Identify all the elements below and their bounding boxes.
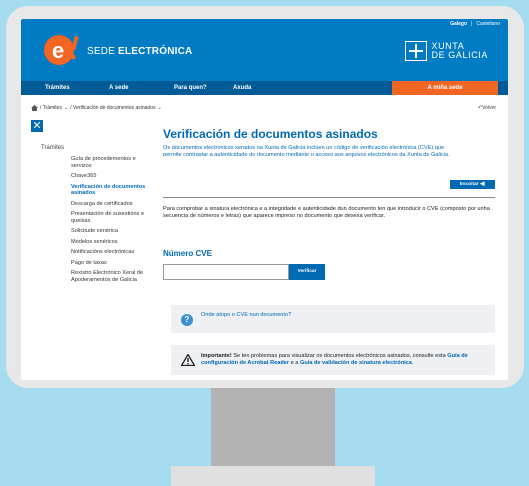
signature-guide-link[interactable]: Guía de validación de sinatura electróni… — [300, 360, 412, 366]
mina-sede-button[interactable]: A miña sede — [392, 81, 498, 95]
speaker-icon: ◀︎) — [479, 182, 486, 187]
listen-button[interactable]: Escoitar ◀︎) — [450, 180, 495, 189]
warning-box: Importante! Se ten problemas para visual… — [171, 345, 495, 375]
home-icon[interactable] — [31, 105, 38, 111]
warning-text-2: e a — [289, 360, 300, 366]
intro-text: Os documentos electrónicos xerados na Xu… — [163, 145, 450, 158]
back-link[interactable]: ↶Volver — [478, 105, 496, 111]
chevron-down-icon[interactable]: ⌄ — [64, 105, 68, 111]
sidebar-item-chave365[interactable]: Chave365 — [71, 173, 149, 180]
warning-bold: Importante! — [201, 353, 232, 359]
svg-text:e: e — [52, 38, 64, 63]
nav-a-sede[interactable]: A sede — [109, 85, 128, 91]
monitor-base — [171, 466, 375, 486]
chevron-down-icon[interactable]: ⌄ — [158, 105, 162, 111]
breadcrumb-tramites[interactable]: / Trámites — [40, 105, 62, 111]
brand-main: ELECTRÓNICA — [118, 46, 193, 57]
xunta-flag-icon — [405, 41, 428, 61]
warning-icon — [181, 354, 195, 366]
listen-label: Escoitar — [459, 182, 479, 187]
sidebar-item-apoderamentos[interactable]: Rexistro Electrónico Xeral de Apoderamen… — [71, 270, 149, 283]
cve-label: Número CVE — [163, 249, 212, 258]
sidebar-item-guia[interactable]: Guía de procedementos e servizos — [71, 156, 149, 169]
xunta-line2: DE GALICIA — [431, 50, 488, 60]
nav-para-quen[interactable]: Para quen? — [174, 85, 207, 91]
question-icon: ? — [181, 314, 193, 326]
brand-title: SEDE ELECTRÓNICA — [87, 46, 192, 57]
monitor-frame: Galego | Castellano e SEDE ELECTRÓNICA XUN… — [6, 6, 524, 388]
warning-text-3: . — [411, 360, 414, 366]
nav-axuda[interactable]: Axuda — [233, 85, 251, 91]
sidebar-item-verificacion[interactable]: Verificación de documentos asinados — [71, 184, 149, 197]
sede-logo-icon[interactable]: e — [43, 33, 81, 66]
help-box: ? Onde atopo o CVE nun documento? — [171, 305, 495, 333]
lang-separator: | — [471, 21, 473, 27]
xunta-logo[interactable]: XUNTA DE GALICIA — [405, 41, 488, 61]
breadcrumb-current: / Verificación de documentos asinados — [70, 105, 156, 111]
lang-castellano[interactable]: Castellano — [476, 21, 500, 27]
help-link[interactable]: Onde atopo o CVE nun documento? — [201, 312, 291, 318]
language-switcher: Galego | Castellano — [448, 21, 502, 27]
lang-galego[interactable]: Galego — [450, 21, 467, 27]
back-label: Volver — [482, 105, 496, 111]
sidebar-item-modelos[interactable]: Modelos xenéricos — [71, 239, 149, 246]
brand-prefix: SEDE — [87, 46, 116, 57]
sidebar-menu: Guía de procedementos e servizos Chave36… — [71, 156, 149, 287]
warning-text: Importante! Se ten problemas para visual… — [201, 353, 491, 367]
cve-input[interactable] — [163, 264, 289, 280]
sidebar-item-taxas[interactable]: Pago de taxas — [71, 260, 149, 267]
main-content: Verificación de documentos asinados Os d… — [163, 127, 495, 375]
page-title: Verificación de documentos asinados — [163, 127, 378, 141]
sidebar-item-notificacions[interactable]: Notificacións electrónicas — [71, 249, 149, 256]
nav-tramites[interactable]: Trámites — [45, 85, 70, 91]
breadcrumb: / Trámites ⌄ / Verificación de documento… — [31, 105, 162, 111]
verificar-button[interactable]: Verificar — [289, 264, 325, 280]
browser-screen: Galego | Castellano e SEDE ELECTRÓNICA XUN… — [21, 19, 508, 380]
monitor-stand — [211, 388, 335, 466]
site-header: Galego | Castellano e SEDE ELECTRÓNICA XUN… — [21, 19, 508, 81]
sidebar-title: Trámites — [41, 145, 65, 151]
close-sidebar-button[interactable]: ✕ — [31, 120, 43, 132]
divider — [163, 197, 495, 198]
instructions-text: Para comprobar a sinatura electrónica e … — [163, 206, 490, 219]
sidebar-item-suxestions[interactable]: Presentación de suxestións e queixas — [71, 211, 149, 224]
sidebar-item-solicitude[interactable]: Solicitude xenérica — [71, 228, 149, 235]
warning-text-1: Se ten problemas para visualizar os docu… — [231, 353, 448, 359]
sidebar-item-certificados[interactable]: Descarga de certificados — [71, 201, 149, 208]
